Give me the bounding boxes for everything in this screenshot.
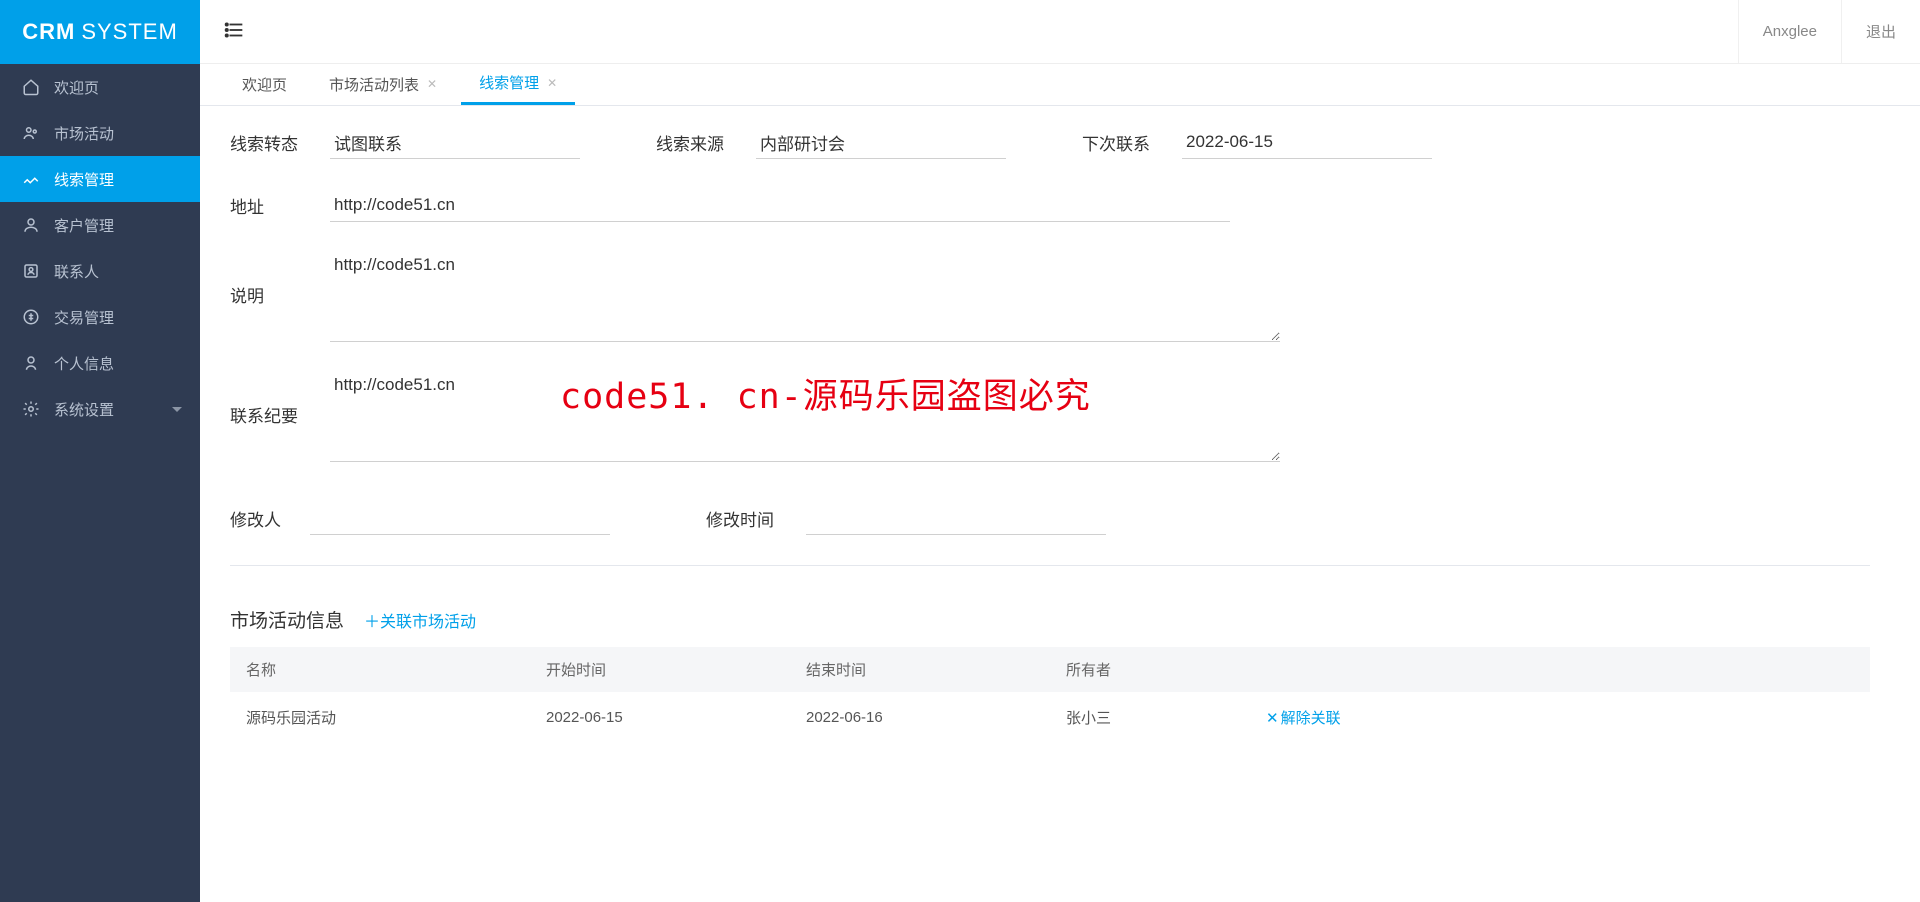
sidebar: CRM SYSTEM 欢迎页 市场活动 线索管理 客户管理 联系人 交易管理 — [0, 0, 200, 902]
nav-customers[interactable]: 客户管理 — [0, 202, 200, 248]
lead-state-input[interactable] — [330, 126, 580, 159]
nav-label: 市场活动 — [54, 123, 114, 144]
content[interactable]: 线索转态 线索来源 下次联系 地址 说明 联系纪要 修改人 — [200, 106, 1900, 902]
logo: CRM SYSTEM — [0, 0, 200, 64]
profile-icon — [22, 354, 40, 372]
col-end: 结束时间 — [790, 647, 1050, 693]
next-contact-label: 下次联系 — [1082, 130, 1182, 155]
nav-market[interactable]: 市场活动 — [0, 110, 200, 156]
nav-settings[interactable]: 系统设置 — [0, 386, 200, 432]
col-action — [1250, 647, 1870, 693]
unlink-button[interactable]: ✕解除关联 — [1266, 707, 1341, 728]
nav-contacts[interactable]: 联系人 — [0, 248, 200, 294]
tabs: 欢迎页 市场活动列表 ✕ 线索管理 ✕ — [200, 64, 1920, 106]
logo-bold: CRM — [22, 19, 75, 45]
unlink-label: 解除关联 — [1281, 707, 1341, 728]
cell-owner: 张小三 — [1050, 693, 1250, 743]
tab-label: 线索管理 — [479, 72, 539, 93]
contact-icon — [22, 262, 40, 280]
nav: 欢迎页 市场活动 线索管理 客户管理 联系人 交易管理 个人信息 — [0, 64, 200, 432]
nav-label: 个人信息 — [54, 353, 114, 374]
tab-label: 市场活动列表 — [329, 74, 419, 95]
logo-light: SYSTEM — [81, 19, 177, 45]
address-label: 地址 — [230, 193, 330, 218]
contact-notes-label: 联系纪要 — [230, 372, 330, 427]
cell-start: 2022-06-15 — [530, 693, 790, 743]
table-row: 源码乐园活动 2022-06-15 2022-06-16 张小三 ✕解除关联 — [230, 693, 1870, 743]
lead-source-label: 线索来源 — [656, 130, 756, 155]
editor-input[interactable] — [310, 502, 610, 535]
nav-label: 欢迎页 — [54, 77, 99, 98]
gear-icon — [22, 400, 40, 418]
close-icon[interactable]: ✕ — [547, 76, 557, 90]
link-activity-button[interactable]: ＋关联市场活动 — [364, 608, 476, 632]
lead-state-label: 线索转态 — [230, 130, 330, 155]
activity-table: 名称 开始时间 结束时间 所有者 源码乐园活动 2022-06-15 2022-… — [230, 647, 1870, 742]
lead-source-input[interactable] — [756, 126, 1006, 159]
menu-icon — [224, 19, 246, 41]
header-right: Anxglee 退出 — [1738, 0, 1920, 63]
address-input[interactable] — [330, 189, 1230, 222]
lead-icon — [22, 170, 40, 188]
nav-trade[interactable]: 交易管理 — [0, 294, 200, 340]
nav-profile[interactable]: 个人信息 — [0, 340, 200, 386]
cell-end: 2022-06-16 — [790, 693, 1050, 743]
cell-name: 源码乐园活动 — [230, 693, 530, 743]
trade-icon — [22, 308, 40, 326]
desc-textarea[interactable] — [330, 252, 1280, 342]
user-menu[interactable]: Anxglee — [1738, 0, 1841, 63]
close-icon[interactable]: ✕ — [427, 77, 437, 91]
col-name: 名称 — [230, 647, 530, 693]
tab-label: 欢迎页 — [242, 74, 287, 95]
contact-notes-textarea[interactable] — [330, 372, 1280, 462]
logout-button[interactable]: 退出 — [1841, 0, 1920, 63]
nav-label: 联系人 — [54, 261, 99, 282]
people-icon — [22, 124, 40, 142]
nav-label: 交易管理 — [54, 307, 114, 328]
col-start: 开始时间 — [530, 647, 790, 693]
tab-market-list[interactable]: 市场活动列表 ✕ — [311, 63, 455, 105]
nav-label: 系统设置 — [54, 399, 114, 420]
user-icon — [22, 216, 40, 234]
table-header-row: 名称 开始时间 结束时间 所有者 — [230, 647, 1870, 693]
tab-welcome[interactable]: 欢迎页 — [224, 63, 305, 105]
close-icon: ✕ — [1266, 709, 1279, 727]
col-owner: 所有者 — [1050, 647, 1250, 693]
next-contact-input[interactable] — [1182, 126, 1432, 159]
nav-welcome[interactable]: 欢迎页 — [0, 64, 200, 110]
tab-leads[interactable]: 线索管理 ✕ — [461, 63, 575, 105]
header: Anxglee 退出 — [200, 0, 1920, 64]
desc-label: 说明 — [230, 252, 330, 307]
chevron-down-icon — [172, 407, 182, 412]
nav-label: 线索管理 — [54, 169, 114, 190]
divider — [230, 565, 1870, 566]
edit-time-input[interactable] — [806, 502, 1106, 535]
nav-leads[interactable]: 线索管理 — [0, 156, 200, 202]
sidebar-toggle[interactable] — [224, 19, 246, 44]
home-icon — [22, 78, 40, 96]
editor-label: 修改人 — [230, 506, 310, 531]
edit-time-label: 修改时间 — [706, 506, 806, 531]
activity-section-title: 市场活动信息 — [230, 606, 344, 633]
nav-label: 客户管理 — [54, 215, 114, 236]
